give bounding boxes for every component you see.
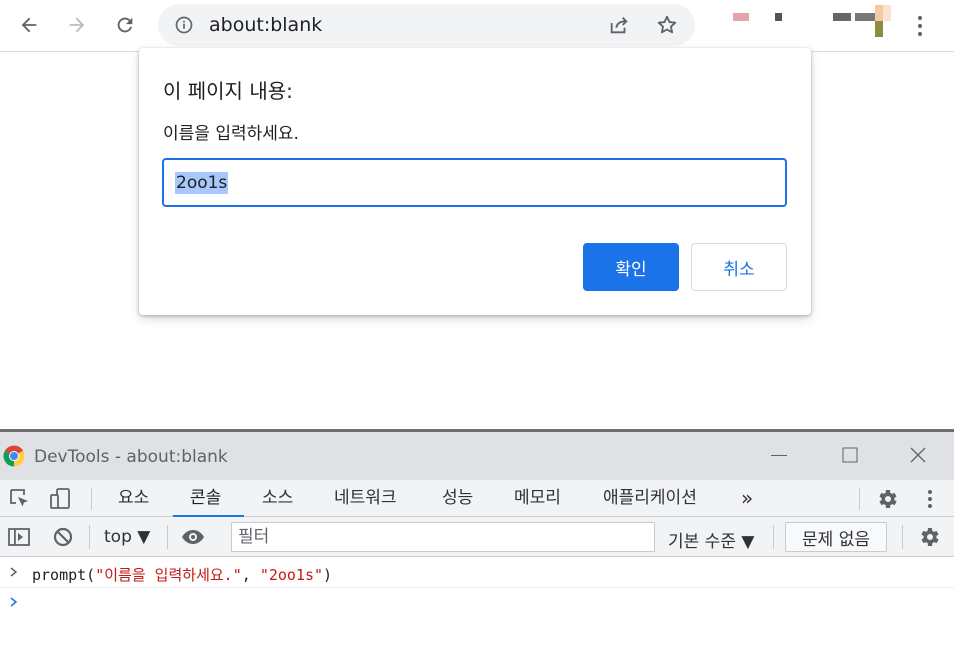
devtools-window-title: DevTools - about:blank <box>34 447 228 467</box>
divider <box>859 488 860 510</box>
console-prompt-line[interactable] <box>0 588 954 618</box>
forward-arrow-icon <box>69 17 85 33</box>
code-string: "2oo1s" <box>259 566 324 584</box>
console-settings-gear-icon[interactable] <box>917 525 941 549</box>
devtools-tab-bar: 요소 콘솔 소스 네트워크 성능 메모리 애플리케이션 » <box>0 480 954 517</box>
minimize-icon[interactable] <box>766 442 792 468</box>
sidebar-toggle-icon[interactable] <box>7 525 31 549</box>
device-toolbar-icon[interactable] <box>48 487 72 511</box>
clear-console-icon[interactable] <box>51 525 75 549</box>
share-icon[interactable] <box>608 14 630 36</box>
omnibox[interactable]: about:blank <box>158 4 695 46</box>
info-icon[interactable] <box>174 15 194 35</box>
divider <box>89 525 90 549</box>
tab-network[interactable]: 네트워크 <box>334 480 397 517</box>
settings-gear-icon[interactable] <box>875 487 899 511</box>
context-selector[interactable]: top ▼ <box>104 527 150 547</box>
devtools-title-bar: DevTools - about:blank <box>0 432 954 480</box>
console-command: prompt("이름을 입력하세요.", "2oo1s") <box>32 564 332 585</box>
tab-application[interactable]: 애플리케이션 <box>603 480 697 517</box>
tab-elements[interactable]: 요소 <box>118 480 149 517</box>
reload-button[interactable] <box>108 8 142 42</box>
close-icon[interactable] <box>905 442 931 468</box>
extension-icon[interactable] <box>775 13 782 21</box>
back-button[interactable] <box>12 8 46 42</box>
tab-performance[interactable]: 성능 <box>442 480 473 517</box>
tab-console[interactable]: 콘솔 <box>173 480 244 517</box>
extension-icon[interactable] <box>833 13 851 21</box>
address-text[interactable]: about:blank <box>209 15 322 35</box>
console-toolbar: top ▼ 기본 수준 ▼ 문제 없음 <box>0 517 954 557</box>
divider <box>167 525 168 549</box>
code-text: , <box>241 566 260 584</box>
chevron-right-icon <box>10 597 18 607</box>
prompt-input[interactable]: 2oo1s <box>162 158 787 207</box>
console-entry: prompt("이름을 입력하세요.", "2oo1s") <box>0 558 954 588</box>
console-filter-input[interactable] <box>238 525 648 549</box>
chrome-logo-icon <box>3 445 25 467</box>
tab-memory[interactable]: 메모리 <box>514 480 561 517</box>
devtools-menu-icon[interactable] <box>918 487 942 511</box>
reload-icon <box>117 17 133 33</box>
profile-avatar-icon <box>883 5 891 21</box>
menu-dots-icon[interactable] <box>910 14 930 38</box>
cancel-button[interactable]: 취소 <box>691 243 787 291</box>
dialog-message: 이름을 입력하세요. <box>163 124 299 144</box>
ok-button[interactable]: 확인 <box>583 243 679 291</box>
code-string: "이름을 입력하세요." <box>95 566 242 584</box>
profile-avatar-icon <box>875 5 883 21</box>
tab-sources[interactable]: 소스 <box>262 480 293 517</box>
console-output: prompt("이름을 입력하세요.", "2oo1s") <box>0 558 954 646</box>
maximize-icon[interactable] <box>837 442 863 468</box>
log-levels-dropdown[interactable]: 기본 수준 ▼ <box>668 527 754 552</box>
live-expression-eye-icon[interactable] <box>181 525 205 549</box>
browser-toolbar: about:blank <box>0 0 954 52</box>
profile-avatar-icon <box>875 21 883 37</box>
dialog-title: 이 페이지 내용: <box>163 79 293 103</box>
prompt-dialog: 이 페이지 내용: 이름을 입력하세요. 2oo1s 확인 취소 <box>139 48 811 315</box>
profile-avatar-icon[interactable] <box>855 13 875 21</box>
issues-button[interactable]: 문제 없음 <box>785 522 887 552</box>
inspect-element-icon[interactable] <box>8 487 32 511</box>
divider <box>773 525 774 549</box>
chevron-right-icon <box>10 567 18 577</box>
more-tabs-button[interactable]: » <box>741 480 753 517</box>
back-arrow-icon <box>21 17 37 33</box>
code-text: prompt( <box>32 566 96 584</box>
divider <box>91 488 92 510</box>
console-filter-box[interactable] <box>231 522 655 552</box>
divider <box>902 525 903 549</box>
code-text: ) <box>323 566 333 584</box>
prompt-input-value[interactable]: 2oo1s <box>175 172 229 194</box>
forward-button[interactable] <box>60 8 94 42</box>
extension-icon[interactable] <box>733 13 749 21</box>
star-icon[interactable] <box>656 14 678 36</box>
devtools-window: DevTools - about:blank 요소 콘솔 소스 네트워크 성능 … <box>0 429 954 646</box>
